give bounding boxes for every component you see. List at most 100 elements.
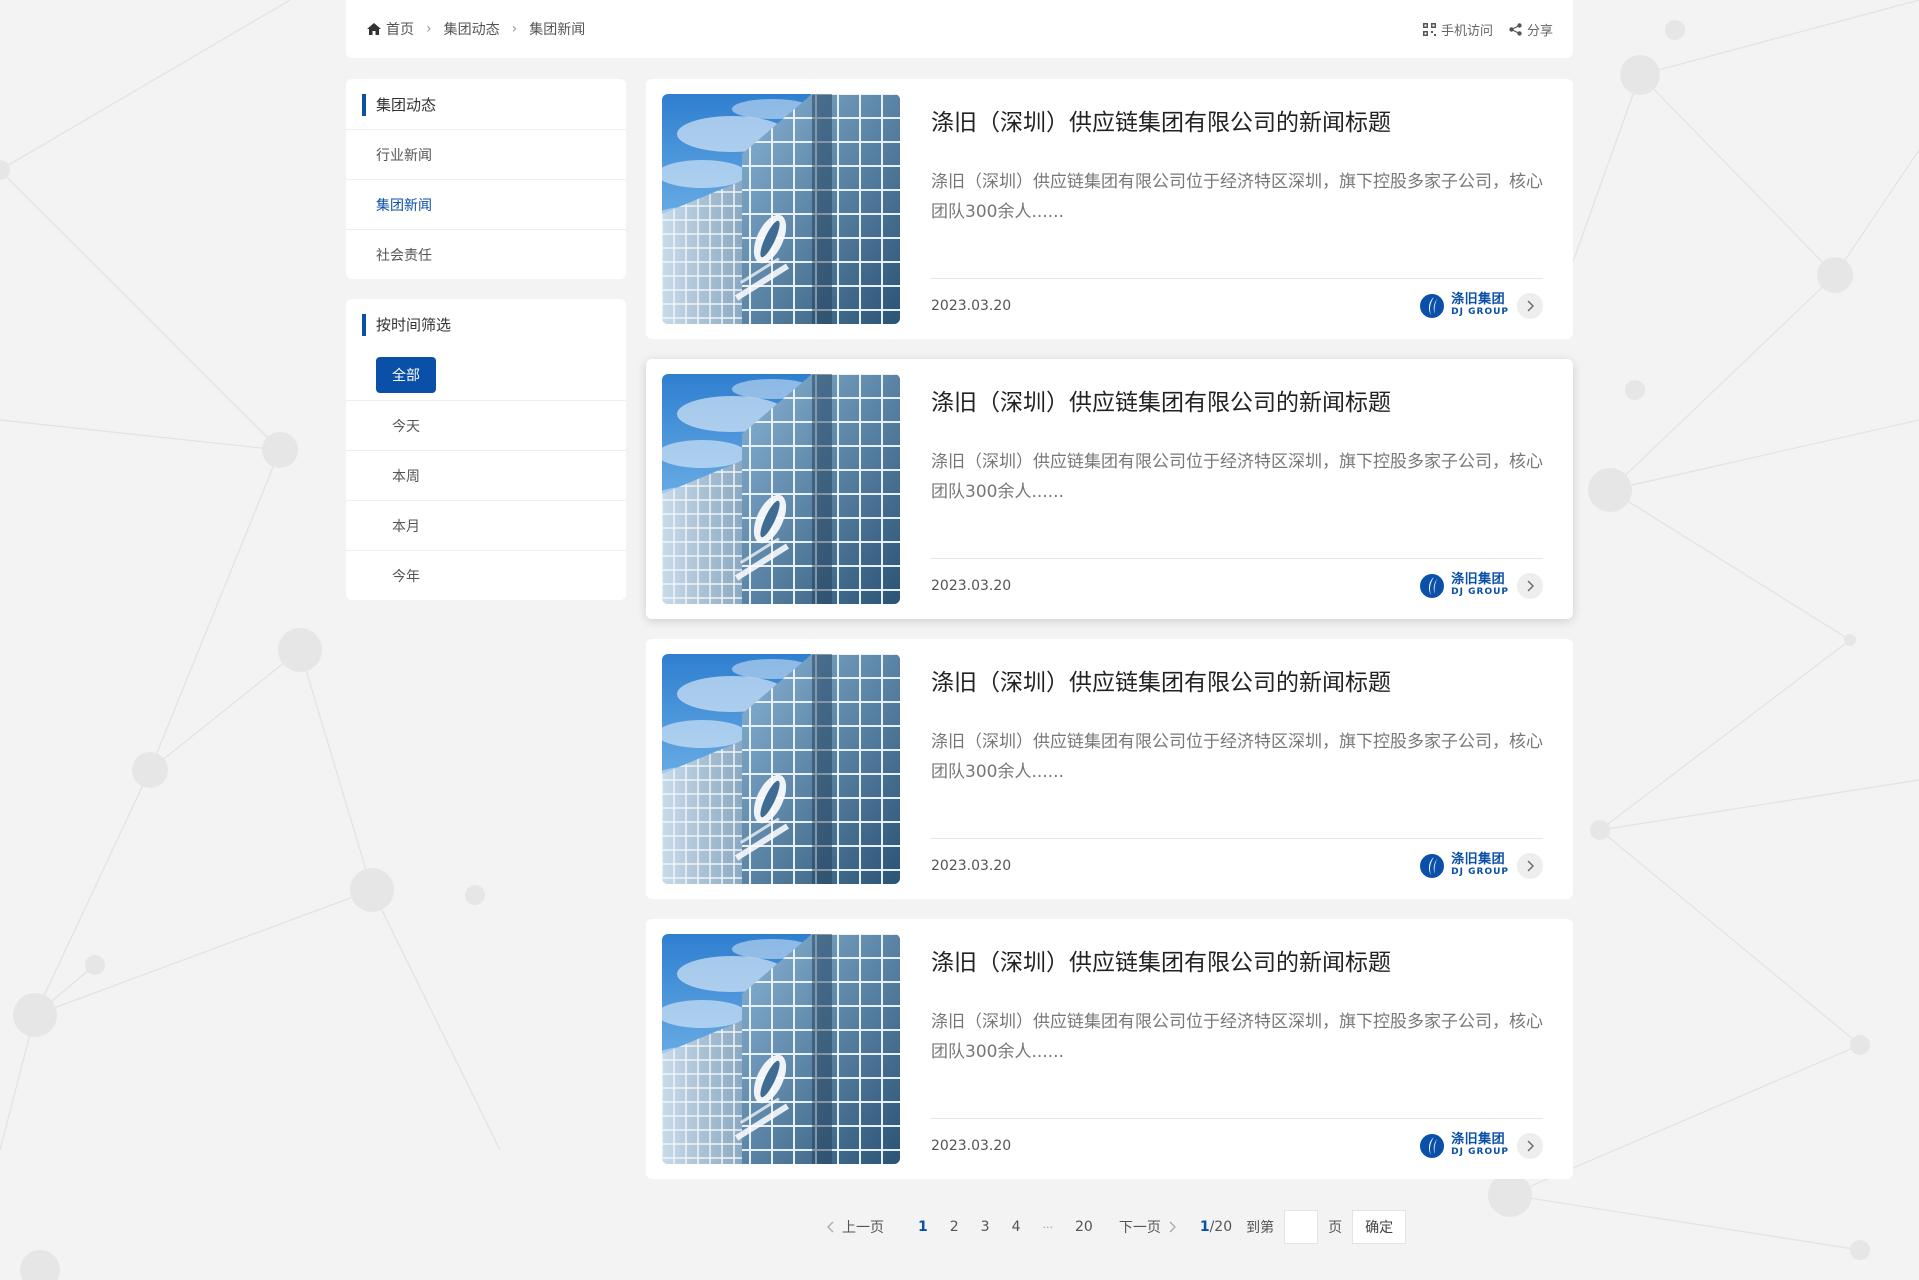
current-page-indicator: 1 (1199, 1219, 1210, 1235)
prev-page-label: 上一页 (842, 1220, 884, 1236)
logo-text-cn: 涤旧集团 (1451, 852, 1506, 867)
time-filter-panel: 按时间筛选 全部 今天 本周 本月 今年 (346, 299, 626, 600)
filter-this-month[interactable]: 本月 (346, 500, 626, 550)
qr-code-icon (1422, 22, 1436, 36)
chevron-right-icon (1527, 300, 1534, 312)
page-ellipsis: ··· (1042, 1220, 1054, 1234)
goto-prefix: 到第 (1246, 1220, 1275, 1236)
breadcrumb-group-news-category[interactable]: 集团动态 (444, 19, 500, 39)
chevron-left-icon (827, 1221, 834, 1233)
breadcrumb: 首页 › 集团动态 › 集团新闻 (366, 19, 585, 39)
page-number[interactable]: 3 (973, 1219, 998, 1235)
sidebar: 集团动态 行业新闻 集团新闻 社会责任 按时间筛选 全部 今天 本周 本月 今年 (346, 79, 626, 600)
chevron-right-icon: › (511, 21, 518, 37)
dj-group-logo-icon (1420, 854, 1445, 878)
news-thumbnail[interactable] (662, 654, 900, 884)
next-page-button[interactable]: 下一页 (1111, 1217, 1184, 1237)
news-date: 2023.03.20 (931, 858, 1012, 874)
prev-page-button[interactable]: 上一页 (819, 1217, 892, 1237)
logo-text-cn: 涤旧集团 (1451, 572, 1506, 587)
divider (931, 1118, 1543, 1119)
sidebar-item-industry-news[interactable]: 行业新闻 (346, 129, 626, 179)
page-number[interactable]: 1 (910, 1219, 936, 1235)
share-icon (1509, 22, 1522, 36)
news-card[interactable]: 涤旧（深圳）供应链集团有限公司的新闻标题 涤旧（深圳）供应链集团有限公司位于经济… (646, 79, 1573, 339)
sidebar-item-group-news[interactable]: 集团新闻 (346, 179, 626, 229)
building-image (662, 934, 900, 1164)
dj-group-logo-icon (1420, 294, 1445, 318)
company-logo: 涤旧集团 DJ GROUP (1419, 1133, 1509, 1159)
news-title[interactable]: 涤旧（深圳）供应链集团有限公司的新闻标题 (931, 663, 1391, 697)
news-thumbnail[interactable] (662, 934, 900, 1164)
news-summary: 涤旧（深圳）供应链集团有限公司位于经济特区深圳，旗下控股多家子公司，核心团队30… (931, 452, 1543, 502)
news-title[interactable]: 涤旧（深圳）供应链集团有限公司的新闻标题 (931, 383, 1391, 417)
news-card[interactable]: 涤旧（深圳）供应链集团有限公司的新闻标题 涤旧（深圳）供应链集团有限公司位于经济… (646, 639, 1573, 899)
next-page-label: 下一页 (1118, 1220, 1161, 1236)
company-logo: 涤旧集团 DJ GROUP (1419, 853, 1509, 879)
category-panel: 集团动态 行业新闻 集团新闻 社会责任 (346, 79, 626, 279)
filter-today[interactable]: 今天 (346, 400, 626, 450)
read-more-button[interactable] (1517, 573, 1543, 599)
logo-text-cn: 涤旧集团 (1451, 1132, 1506, 1147)
page-tools: 手机访问 分享 (1422, 20, 1553, 39)
page-number[interactable]: 4 (1004, 1219, 1029, 1235)
building-image (662, 374, 900, 604)
news-summary: 涤旧（深圳）供应链集团有限公司位于经济特区深圳，旗下控股多家子公司，核心团队30… (931, 1012, 1543, 1062)
news-date: 2023.03.20 (931, 578, 1012, 594)
chevron-right-icon (1169, 1221, 1176, 1233)
chevron-right-icon (1527, 1140, 1534, 1152)
news-card[interactable]: 涤旧（深圳）供应链集团有限公司的新闻标题 涤旧（深圳）供应链集团有限公司位于经济… (646, 919, 1573, 1179)
news-summary: 涤旧（深圳）供应链集团有限公司位于经济特区深圳，旗下控股多家子公司，核心团队30… (931, 732, 1543, 782)
chevron-right-icon (1527, 580, 1534, 592)
page-number[interactable]: 2 (942, 1219, 967, 1235)
filter-this-year[interactable]: 今年 (346, 550, 626, 600)
breadcrumb-current[interactable]: 集团新闻 (529, 19, 585, 39)
news-thumbnail[interactable] (662, 374, 900, 604)
filter-all-button[interactable]: 全部 (376, 356, 436, 393)
logo-text-en: DJ GROUP (1451, 867, 1509, 877)
filter-all-row: 全部 (346, 349, 626, 400)
news-title[interactable]: 涤旧（深圳）供应链集团有限公司的新闻标题 (931, 103, 1391, 137)
logo-text-en: DJ GROUP (1451, 587, 1509, 597)
logo-text-en: DJ GROUP (1451, 1147, 1509, 1157)
home-icon (367, 23, 381, 35)
share-button[interactable]: 分享 (1509, 20, 1553, 39)
company-logo: 涤旧集团 DJ GROUP (1419, 573, 1509, 599)
mobile-access-button[interactable]: 手机访问 (1422, 20, 1493, 39)
filter-this-week[interactable]: 本周 (346, 450, 626, 500)
divider (931, 838, 1543, 839)
mobile-access-label: 手机访问 (1440, 23, 1493, 39)
pagination: 上一页 1 2 3 4 ··· 20 下一页 1/20 到第 页 确定 (819, 1210, 1407, 1244)
dj-group-logo-icon (1420, 1134, 1445, 1158)
logo-text-cn: 涤旧集团 (1451, 292, 1506, 307)
divider (931, 558, 1543, 559)
page-count: 1/20 (1200, 1219, 1232, 1235)
news-summary: 涤旧（深圳）供应链集团有限公司位于经济特区深圳，旗下控股多家子公司，核心团队30… (931, 172, 1543, 222)
read-more-button[interactable] (1517, 1133, 1543, 1159)
share-label: 分享 (1526, 23, 1553, 39)
chevron-right-icon (1527, 860, 1534, 872)
dj-group-logo-icon (1420, 574, 1445, 598)
news-title[interactable]: 涤旧（深圳）供应链集团有限公司的新闻标题 (931, 943, 1391, 977)
read-more-button[interactable] (1517, 293, 1543, 319)
company-logo: 涤旧集团 DJ GROUP (1419, 293, 1509, 319)
goto-suffix: 页 (1328, 1220, 1343, 1236)
page-number[interactable]: 20 (1067, 1219, 1101, 1235)
goto-confirm-button[interactable]: 确定 (1352, 1210, 1407, 1244)
news-date: 2023.03.20 (931, 1138, 1012, 1154)
logo-text-en: DJ GROUP (1451, 307, 1509, 317)
sidebar-item-social-responsibility[interactable]: 社会责任 (346, 229, 626, 279)
news-date: 2023.03.20 (931, 298, 1012, 314)
divider (931, 278, 1543, 279)
goto-page-input[interactable] (1284, 1210, 1319, 1244)
breadcrumb-bar: 首页 › 集团动态 › 集团新闻 手机访问 分享 (346, 0, 1573, 58)
breadcrumb-home[interactable]: 首页 (386, 19, 414, 39)
read-more-button[interactable] (1517, 853, 1543, 879)
time-filter-title: 按时间筛选 (346, 299, 626, 349)
category-panel-title: 集团动态 (346, 79, 626, 129)
building-image (662, 94, 900, 324)
building-image (662, 654, 900, 884)
news-card[interactable]: 涤旧（深圳）供应链集团有限公司的新闻标题 涤旧（深圳）供应链集团有限公司位于经济… (646, 359, 1573, 619)
news-thumbnail[interactable] (662, 94, 900, 324)
total-pages: /20 (1209, 1219, 1233, 1235)
